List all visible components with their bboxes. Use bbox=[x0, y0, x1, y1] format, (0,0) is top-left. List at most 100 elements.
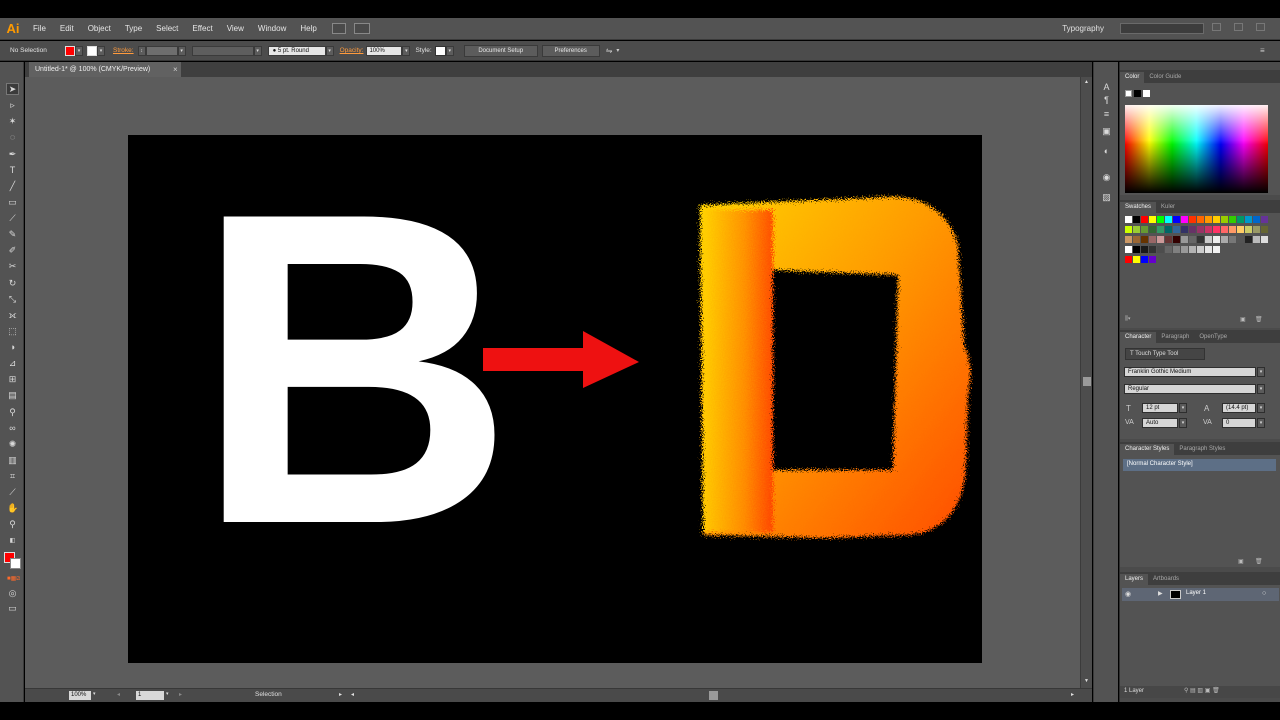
style-dropdown[interactable]: ▾ bbox=[445, 45, 454, 56]
stroke-label[interactable]: Stroke: bbox=[113, 47, 134, 54]
pencil-tool-icon[interactable]: ✎ bbox=[7, 229, 18, 239]
swatch-chip[interactable] bbox=[1133, 226, 1140, 233]
swatch-chip[interactable] bbox=[1157, 236, 1164, 243]
none-color-icon[interactable] bbox=[1125, 90, 1132, 97]
tab-paragraph-styles[interactable]: Paragraph Styles bbox=[1174, 444, 1230, 455]
next-artboard-icon[interactable]: ▸ bbox=[179, 691, 182, 698]
swatch-chip[interactable] bbox=[1133, 236, 1140, 243]
swatch-chip[interactable] bbox=[1197, 216, 1204, 223]
swatch-chip[interactable] bbox=[1197, 236, 1204, 243]
touch-type-tool-button[interactable]: T Touch Type Tool bbox=[1125, 348, 1205, 360]
default-colors-icon[interactable]: ◧ bbox=[7, 536, 18, 546]
new-style-icon[interactable]: ▣ bbox=[1238, 558, 1244, 565]
swatch-chip[interactable] bbox=[1253, 236, 1260, 243]
direct-selection-tool-icon[interactable]: ▹ bbox=[7, 100, 18, 110]
swatch-chip[interactable] bbox=[1197, 246, 1204, 253]
pen-tool-icon[interactable]: ✒ bbox=[7, 149, 18, 159]
swatch-chip[interactable] bbox=[1173, 236, 1180, 243]
color-mode-icons[interactable]: ■▦⧄ bbox=[7, 574, 20, 584]
swatch-chip[interactable] bbox=[1213, 236, 1220, 243]
black-color-chip[interactable] bbox=[1134, 90, 1141, 97]
bridge-icon[interactable] bbox=[331, 23, 346, 34]
minimize-icon[interactable] bbox=[1212, 23, 1221, 31]
swatch-chip[interactable] bbox=[1133, 256, 1140, 263]
swatch-chip[interactable] bbox=[1133, 216, 1140, 223]
eyedropper-tool-icon[interactable]: ⚲ bbox=[7, 407, 18, 417]
swatch-grid[interactable] bbox=[1125, 216, 1268, 281]
rotate-tool-icon[interactable]: ↻ bbox=[7, 278, 18, 288]
hand-tool-icon[interactable]: ✋ bbox=[7, 503, 18, 513]
font-size-dropdown[interactable]: ▾ bbox=[1179, 403, 1187, 413]
white-color-chip[interactable] bbox=[1143, 90, 1150, 97]
swatch-chip[interactable] bbox=[1261, 236, 1268, 243]
swatch-chip[interactable] bbox=[1189, 246, 1196, 253]
swatch-chip[interactable] bbox=[1133, 246, 1140, 253]
swatch-chip[interactable] bbox=[1181, 236, 1188, 243]
font-style-field[interactable]: Regular bbox=[1124, 384, 1256, 394]
swatch-chip[interactable] bbox=[1197, 226, 1204, 233]
menu-edit[interactable]: Edit bbox=[53, 24, 81, 33]
swatch-chip[interactable] bbox=[1221, 236, 1228, 243]
screen-mode-icon[interactable]: ▭ bbox=[7, 603, 18, 613]
fill-color-swatch[interactable] bbox=[65, 45, 75, 56]
swatch-chip[interactable] bbox=[1221, 216, 1228, 223]
graph-tool-icon[interactable]: ▥ bbox=[7, 455, 18, 465]
delete-style-icon[interactable]: 🗑 bbox=[1255, 558, 1263, 565]
paragraph-panel-icon[interactable]: ¶ bbox=[1101, 95, 1112, 105]
tab-layers[interactable]: Layers bbox=[1120, 574, 1149, 585]
swatch-chip[interactable] bbox=[1173, 226, 1180, 233]
arrange-icon[interactable]: ⇋ bbox=[606, 46, 613, 55]
swatch-chip[interactable] bbox=[1125, 226, 1132, 233]
swatch-chip[interactable] bbox=[1189, 226, 1196, 233]
variable-width-dropdown[interactable]: ▾ bbox=[253, 45, 262, 56]
swatch-chip[interactable] bbox=[1229, 216, 1236, 223]
status-menu-icon[interactable]: ▸ bbox=[339, 691, 342, 698]
swatch-chip[interactable] bbox=[1165, 236, 1172, 243]
stroke-weight-stepper[interactable]: ↕ bbox=[137, 45, 146, 56]
swatch-chip[interactable] bbox=[1125, 216, 1132, 223]
font-style-dropdown[interactable]: ▾ bbox=[1257, 384, 1265, 394]
horizontal-scroll-thumb[interactable] bbox=[709, 691, 718, 700]
close-icon[interactable] bbox=[1256, 23, 1265, 31]
vertical-scrollbar[interactable]: ▲ ▼ bbox=[1080, 77, 1092, 688]
tab-artboards[interactable]: Artboards bbox=[1148, 574, 1184, 585]
character-panel-icon[interactable]: A bbox=[1101, 82, 1112, 92]
swatch-chip[interactable] bbox=[1149, 246, 1156, 253]
swatch-chip[interactable] bbox=[1237, 226, 1244, 233]
swatch-chip[interactable] bbox=[1237, 236, 1244, 243]
swatch-chip[interactable] bbox=[1205, 226, 1212, 233]
swatch-chip[interactable] bbox=[1189, 216, 1196, 223]
symbol-sprayer-tool-icon[interactable]: ✺ bbox=[7, 439, 18, 449]
zoom-field[interactable]: 100% bbox=[69, 691, 91, 700]
swatch-chip[interactable] bbox=[1261, 216, 1268, 223]
stroke-dropdown[interactable]: ▾ bbox=[97, 45, 105, 56]
prev-artboard-icon[interactable]: ◂ bbox=[117, 691, 120, 698]
swatch-chip[interactable] bbox=[1181, 226, 1188, 233]
kerning-field[interactable]: Auto bbox=[1142, 418, 1178, 428]
zoom-tool-icon[interactable]: ⚲ bbox=[7, 519, 18, 529]
document-setup-button[interactable]: Document Setup bbox=[463, 44, 538, 57]
stroke-color-swatch[interactable] bbox=[87, 45, 97, 56]
swatch-chip[interactable] bbox=[1205, 246, 1212, 253]
swatch-chip[interactable] bbox=[1229, 236, 1236, 243]
brush-dropdown[interactable]: ▾ bbox=[325, 45, 334, 56]
tab-kuler[interactable]: Kuler bbox=[1156, 202, 1180, 213]
swatch-chip[interactable] bbox=[1125, 256, 1132, 263]
swatch-chip[interactable] bbox=[1165, 246, 1172, 253]
gradient-tool-icon[interactable]: ▤ bbox=[7, 390, 18, 400]
swatch-chip[interactable] bbox=[1245, 226, 1252, 233]
color-spectrum[interactable] bbox=[1125, 105, 1268, 193]
fill-dropdown[interactable]: ▾ bbox=[75, 45, 83, 56]
line-tool-icon[interactable]: ╱ bbox=[7, 181, 18, 191]
document-tab[interactable]: Untitled-1* @ 100% (CMYK/Preview) × bbox=[29, 62, 181, 77]
mesh-tool-icon[interactable]: ⊞ bbox=[7, 374, 18, 384]
blend-tool-icon[interactable]: ∞ bbox=[7, 423, 18, 433]
scroll-up-icon[interactable]: ▲ bbox=[1084, 79, 1089, 85]
menu-help[interactable]: Help bbox=[293, 24, 323, 33]
menu-type[interactable]: Type bbox=[118, 24, 149, 33]
swatch-chip[interactable] bbox=[1189, 236, 1196, 243]
scroll-down-icon[interactable]: ▼ bbox=[1084, 678, 1089, 684]
drawing-mode-icon[interactable]: ◎ bbox=[7, 588, 18, 598]
menu-file[interactable]: File bbox=[26, 24, 53, 33]
type-tool-icon[interactable]: T bbox=[7, 165, 18, 175]
